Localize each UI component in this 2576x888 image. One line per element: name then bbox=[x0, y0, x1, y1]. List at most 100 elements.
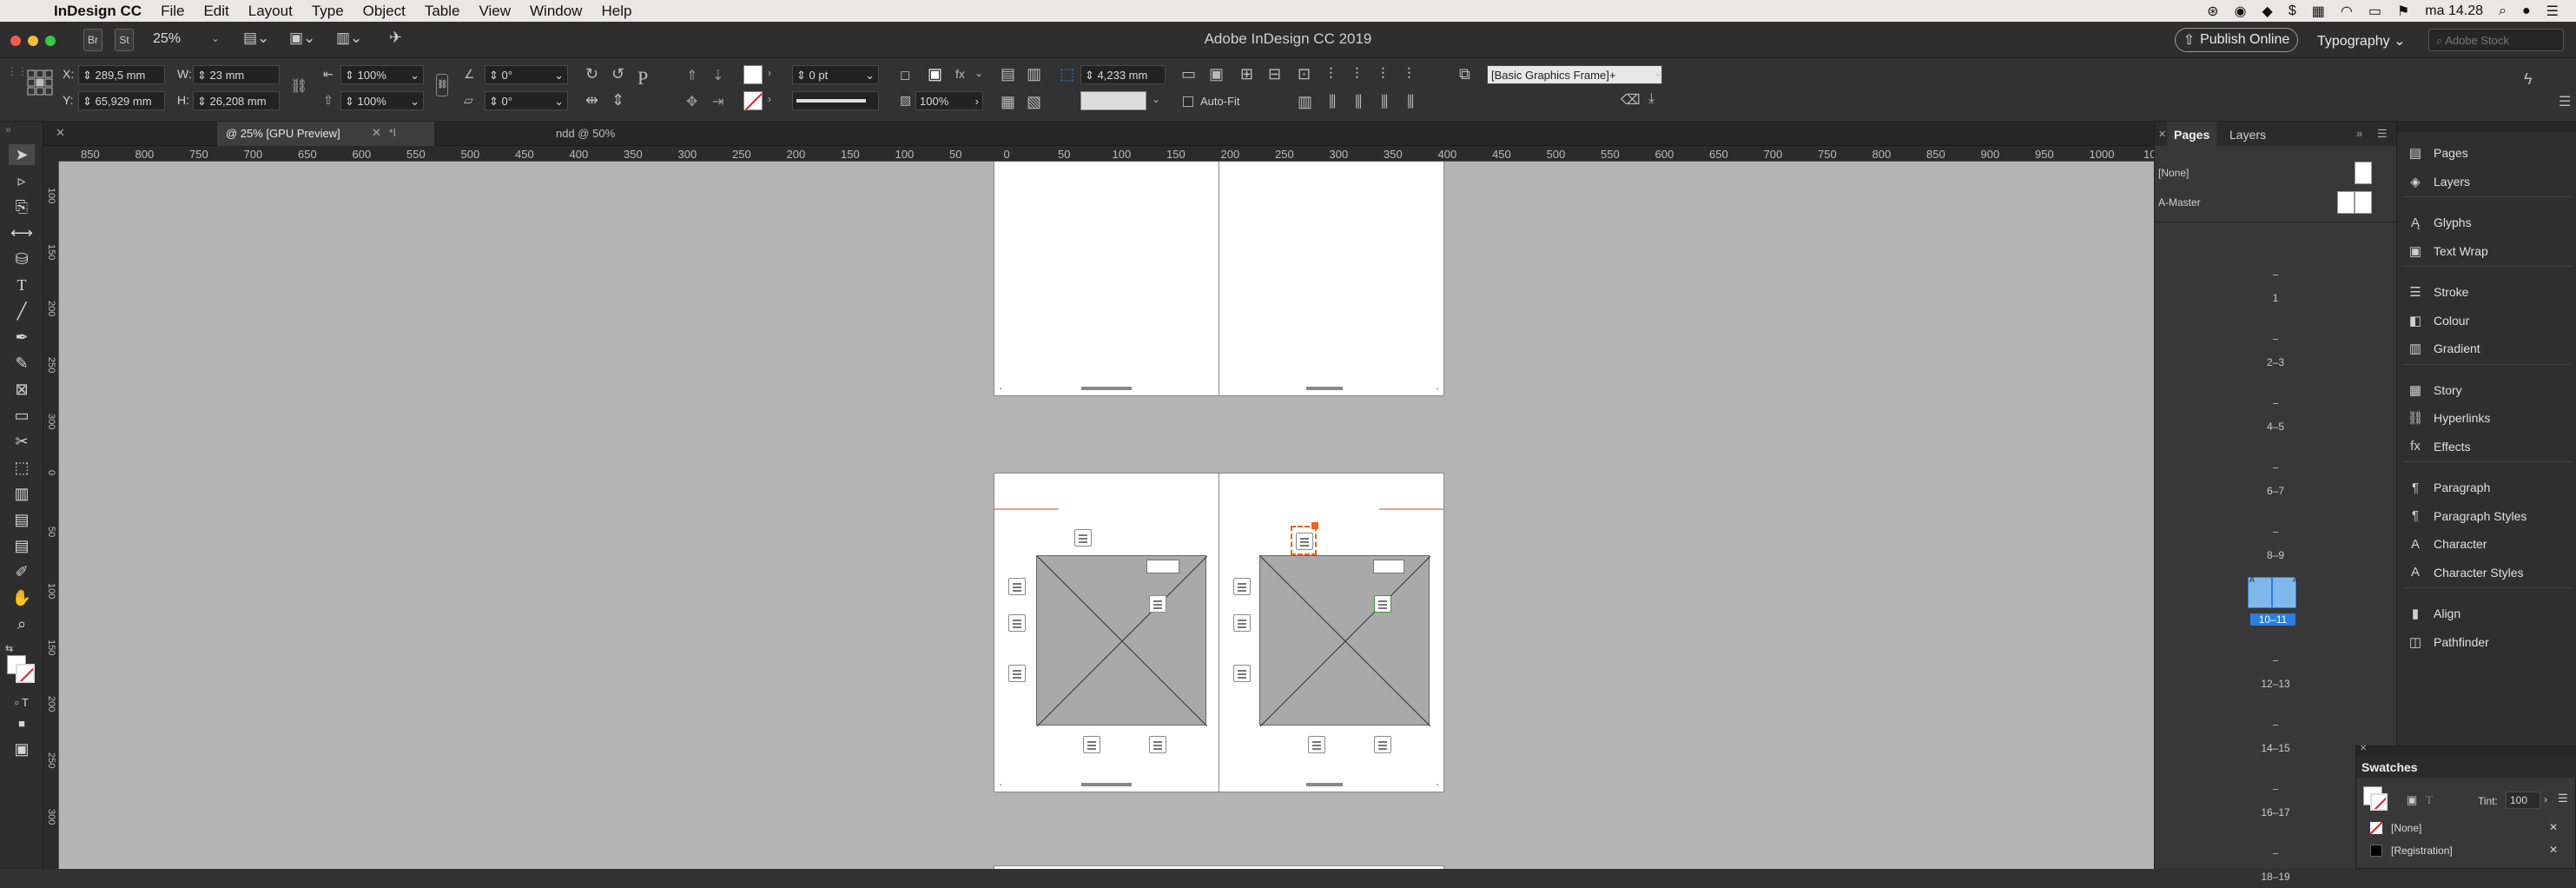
opacity-field[interactable]: 100% › bbox=[915, 91, 983, 110]
gap-tool-icon[interactable]: ⟷ bbox=[9, 222, 35, 243]
horizontal-ruler[interactable]: 850 800 750 700 650 600 550 500 450 400 350 300 250 2… bbox=[59, 146, 2169, 162]
close-tab-icon[interactable]: ✕ bbox=[372, 126, 381, 140]
swatch-row-registration[interactable]: [Registration] ✕ bbox=[2356, 840, 2576, 861]
bridge-button[interactable]: Br bbox=[83, 29, 102, 51]
unsaved-tab-icon[interactable]: *ⅼ bbox=[389, 127, 396, 139]
align-h-centers-icon[interactable]: ⫶ bbox=[1355, 65, 1359, 83]
select-container-icon[interactable]: ⇑ bbox=[686, 67, 697, 84]
menu-view[interactable]: View bbox=[479, 3, 511, 20]
tab-document-ndd[interactable]: ndd @ 50% bbox=[547, 122, 624, 146]
text-frame-icon[interactable] bbox=[1233, 578, 1251, 595]
spread-item[interactable]: 1 bbox=[2242, 255, 2311, 309]
panel-menu-icon[interactable]: ☰ bbox=[2558, 792, 2568, 805]
center-content-icon[interactable]: ⊞ bbox=[1240, 65, 1253, 83]
fit-frame-content-icon[interactable]: ▣ bbox=[1209, 65, 1224, 83]
pencil-tool-icon[interactable]: ✎ bbox=[9, 353, 35, 374]
dock-item-text-wrap[interactable]: ▣ Text Wrap bbox=[2406, 239, 2571, 263]
none-master-label[interactable]: [None] bbox=[2158, 167, 2189, 179]
spread-item[interactable]: 4–5 bbox=[2242, 384, 2311, 438]
minimize-window-icon[interactable] bbox=[28, 36, 38, 46]
eyedropper-tool-icon[interactable]: ✐ bbox=[9, 561, 35, 582]
default-colors-icon[interactable]: ⇆ bbox=[5, 643, 13, 654]
text-icon[interactable]: T bbox=[2426, 793, 2433, 807]
drop-shadow-icon[interactable]: ◻ bbox=[900, 67, 910, 83]
menu-object[interactable]: Object bbox=[363, 3, 406, 20]
caption-box[interactable] bbox=[1373, 560, 1404, 573]
dock-item-colour[interactable]: ◧ Colour bbox=[2406, 308, 2571, 333]
adobe-stock-search[interactable]: ⌕ Adobe Stock bbox=[2428, 29, 2564, 51]
dock-item-stroke[interactable]: ☰ Stroke bbox=[2406, 280, 2571, 304]
workspace-switcher[interactable]: Typography ⌄ bbox=[2317, 32, 2405, 50]
panel-menu-icon[interactable]: ☰ bbox=[2559, 93, 2571, 110]
align-v-centers-icon[interactable]: ⫼ bbox=[1329, 93, 1336, 111]
distribute-v-icon[interactable]: ⫼ bbox=[1407, 93, 1414, 111]
vertical-ruler[interactable]: 100 150 200 250 300 0 50 100 150 200 250 300 bbox=[43, 162, 59, 869]
document-canvas[interactable]: ▪ ▪ ▪ ▪ bbox=[59, 162, 2154, 869]
distribute-h-icon[interactable]: ⫼ bbox=[1381, 93, 1388, 111]
tab-pages[interactable]: Pages bbox=[2167, 122, 2217, 146]
text-frame-icon[interactable] bbox=[1374, 595, 1391, 613]
dock-item-glyphs[interactable]: Ą Glyphs bbox=[2406, 210, 2571, 235]
dock-item-pages[interactable]: ▤ Pages bbox=[2406, 141, 2571, 165]
close-panel-icon[interactable]: ✕ bbox=[56, 126, 65, 140]
close-panel-icon[interactable]: ✕ bbox=[2360, 744, 2367, 753]
gradient-feather-tool-icon[interactable]: ▤ bbox=[9, 509, 35, 530]
menu-edit[interactable]: Edit bbox=[203, 3, 228, 20]
spread-item[interactable]: 14–15 bbox=[2242, 706, 2311, 759]
wrap-shape-icon[interactable]: ▧ bbox=[1027, 93, 1041, 111]
none-master-thumbnail[interactable] bbox=[2355, 162, 2372, 184]
page-10[interactable]: ▪ bbox=[994, 473, 1219, 792]
menu-table[interactable]: Table bbox=[425, 3, 460, 20]
text-frame-icon[interactable] bbox=[1374, 736, 1391, 753]
line-tool-icon[interactable]: ╱ bbox=[9, 301, 35, 321]
y-field[interactable]: ⇕ 65,929 mm bbox=[78, 91, 165, 110]
chevron-right-icon[interactable]: › bbox=[768, 93, 771, 105]
maximize-window-icon[interactable] bbox=[45, 36, 56, 46]
reference-point-icon[interactable] bbox=[26, 69, 54, 96]
menu-file[interactable]: File bbox=[161, 3, 184, 20]
rectangle-frame-tool-icon[interactable]: ⊠ bbox=[9, 379, 35, 400]
select-content-alt-icon[interactable]: ⇣ bbox=[712, 67, 723, 84]
spread-item[interactable]: 8–9 bbox=[2242, 513, 2311, 567]
rotate-cw-icon[interactable]: ↻ bbox=[585, 65, 598, 83]
chevron-right-icon[interactable]: › bbox=[2544, 793, 2547, 805]
object-style-dropdown[interactable]: [Basic Graphics Frame]+ bbox=[1487, 65, 1662, 84]
align-bottom-edges-icon[interactable]: ⫼ bbox=[1355, 93, 1362, 111]
x-field[interactable]: ⇕ 289,5 mm bbox=[78, 65, 165, 84]
spread-item[interactable]: 2–3 bbox=[2242, 320, 2311, 374]
page-right-top[interactable]: ▪ bbox=[1219, 162, 1444, 396]
chevron-down-icon[interactable]: ⌄ bbox=[1654, 67, 1662, 79]
text-frame-icon[interactable] bbox=[1296, 533, 1313, 550]
wifi-icon[interactable]: ◠ bbox=[2341, 3, 2353, 20]
text-frame-icon[interactable] bbox=[1083, 736, 1100, 753]
selected-text-frame[interactable] bbox=[1291, 522, 1318, 555]
screen-mode-tool-icon[interactable]: ▣ bbox=[9, 739, 35, 759]
quick-apply-icon[interactable]: ⤓ bbox=[1648, 91, 1655, 107]
type-tool-icon[interactable]: T bbox=[9, 275, 35, 295]
wrap-jump-icon[interactable]: ▦ bbox=[1001, 93, 1015, 111]
stroke-style-icon[interactable]: ▣ bbox=[928, 65, 942, 83]
spread-item[interactable]: 6–7 bbox=[2242, 448, 2311, 502]
view-options-icon[interactable]: ▤⌄ bbox=[243, 30, 269, 47]
hand-tool-icon[interactable]: ✋ bbox=[9, 587, 35, 608]
image-placeholder-frame[interactable] bbox=[1036, 555, 1207, 726]
tint-field[interactable]: 100 bbox=[2506, 792, 2540, 809]
content-aware-fit-icon[interactable]: ⊡ bbox=[1298, 65, 1311, 83]
collapse-tools-icon[interactable]: » bbox=[5, 123, 11, 136]
menu-window[interactable]: Window bbox=[530, 3, 582, 20]
scissors-tool-icon[interactable]: ✂ bbox=[9, 431, 35, 452]
panel-menu-icon[interactable]: ☰ bbox=[2377, 127, 2388, 141]
select-next-icon[interactable]: ✥ bbox=[686, 93, 697, 110]
a-master-left-thumbnail[interactable] bbox=[2337, 191, 2355, 214]
rectangle-tool-icon[interactable]: ▭ bbox=[9, 405, 35, 426]
arrange-documents-icon[interactable]: ▥⌄ bbox=[336, 30, 362, 47]
text-frame-icon[interactable] bbox=[1233, 614, 1251, 632]
dock-item-character-styles[interactable]: A Character Styles bbox=[2406, 560, 2571, 585]
dock-item-layers[interactable]: ◈ Layers bbox=[2406, 169, 2571, 194]
dock-item-paragraph[interactable]: ¶ Paragraph bbox=[2406, 475, 2571, 500]
corner-shape-preview[interactable] bbox=[1080, 91, 1146, 110]
panel-grip-icon[interactable]: ⋮⋮ bbox=[7, 65, 28, 77]
a-master-label[interactable]: A-Master bbox=[2158, 196, 2201, 209]
spotlight-icon[interactable]: ⌕ bbox=[2499, 3, 2507, 19]
stroke-weight-field[interactable]: ⇕ 0 pt ⌄ bbox=[792, 65, 879, 84]
